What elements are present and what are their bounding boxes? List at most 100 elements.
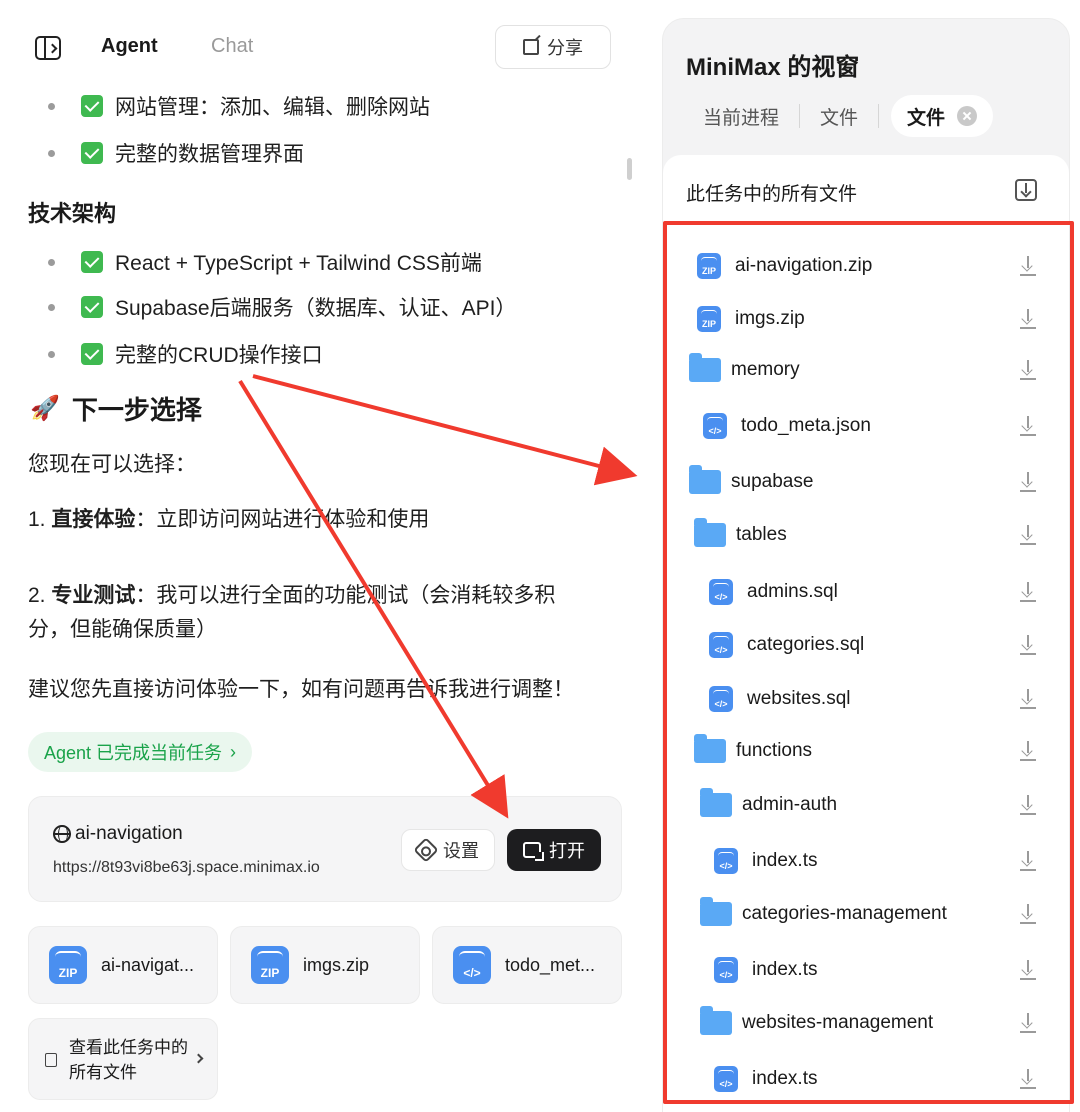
tab-current-process[interactable]: 当前进程 xyxy=(683,103,799,130)
file-chip[interactable]: ZIP imgs.zip xyxy=(230,926,420,1004)
file-chip[interactable]: ZIP ai-navigat... xyxy=(28,926,218,1004)
share-icon xyxy=(523,39,539,55)
checkmark-icon xyxy=(81,142,103,164)
document-icon xyxy=(45,1053,57,1067)
settings-label: 设置 xyxy=(443,841,479,861)
download-icon[interactable] xyxy=(1020,1013,1036,1033)
share-label: 分享 xyxy=(547,38,583,58)
rocket-icon: 🚀 xyxy=(30,394,60,422)
task-status-pill[interactable]: Agent 已完成当前任务 › xyxy=(28,732,253,772)
option-2-title: 专业测试 xyxy=(51,584,136,607)
share-button[interactable]: 分享 xyxy=(495,25,611,69)
settings-button[interactable]: 设置 xyxy=(401,829,495,871)
folder-name: memory xyxy=(731,359,800,380)
download-icon[interactable] xyxy=(1020,582,1036,602)
next-steps-heading-text: 下一步选择 xyxy=(71,395,202,425)
folder-row[interactable]: websites-management xyxy=(700,1006,933,1040)
download-icon[interactable] xyxy=(1020,360,1036,380)
zip-file-icon: ZIP xyxy=(251,946,289,984)
download-icon[interactable] xyxy=(1020,416,1036,436)
sidebar-toggle-icon[interactable] xyxy=(35,36,61,60)
gear-icon xyxy=(413,837,439,863)
folder-icon xyxy=(689,353,721,382)
file-row[interactable]: </> admins.sql xyxy=(709,575,838,609)
file-chip[interactable]: </> todo_met... xyxy=(432,926,622,1004)
option-2: 2. 专业测试：我可以进行全面的功能测试（会消耗较多积 分，但能确保质量） xyxy=(28,579,555,647)
download-icon-base xyxy=(1020,922,1036,924)
tab-agent[interactable]: Agent xyxy=(101,35,158,58)
download-icon-base xyxy=(1020,327,1036,329)
download-icon[interactable] xyxy=(1020,689,1036,709)
panel-title: MiniMax 的视窗 xyxy=(686,54,860,81)
download-icon[interactable] xyxy=(1020,472,1036,492)
tab-chat[interactable]: Chat xyxy=(211,35,253,58)
code-file-icon: </> xyxy=(703,413,727,439)
suggestion-text: 建议您先直接访问体验一下，如有问题再告诉我进行调整！ xyxy=(28,678,574,701)
option-2-number: 2. xyxy=(28,584,46,607)
folder-icon xyxy=(694,518,726,547)
list-item-text: React + TypeScript + Tailwind CSS前端 xyxy=(115,252,482,275)
folder-row[interactable]: memory xyxy=(689,353,800,387)
file-row[interactable]: </> categories.sql xyxy=(709,628,864,662)
file-row[interactable]: ZIP imgs.zip xyxy=(697,302,805,336)
folder-icon xyxy=(700,1006,732,1035)
download-icon[interactable] xyxy=(1020,851,1036,871)
list-item: Supabase后端服务（数据库、认证、API） xyxy=(48,292,516,322)
file-name: imgs.zip xyxy=(735,308,805,329)
file-row[interactable]: </> todo_meta.json xyxy=(703,409,871,443)
download-icon-base xyxy=(1020,759,1036,761)
download-icon[interactable] xyxy=(1020,525,1036,545)
folder-name: tables xyxy=(736,524,787,545)
bullet-dot xyxy=(48,350,55,358)
folder-row[interactable]: functions xyxy=(694,734,812,768)
download-icon-base xyxy=(1020,490,1036,492)
file-row[interactable]: </> index.ts xyxy=(714,844,817,878)
folder-name: functions xyxy=(736,740,813,761)
folder-row[interactable]: admin-auth xyxy=(700,788,837,822)
file-row[interactable]: </> index.ts xyxy=(714,1062,817,1096)
code-file-icon: </> xyxy=(453,946,491,984)
file-chip-label: imgs.zip xyxy=(303,954,370,975)
close-icon[interactable] xyxy=(957,106,978,126)
site-url[interactable]: https://8t93vi8be63j.space.minimax.io xyxy=(53,859,320,877)
file-name: ai-navigation.zip xyxy=(735,255,873,276)
tech-stack-heading: 技术架构 xyxy=(28,201,117,226)
download-icon-base xyxy=(1020,600,1036,602)
zip-file-icon: ZIP xyxy=(697,306,721,332)
list-item-text: 网站管理：添加、编辑、删除网站 xyxy=(115,96,430,119)
site-card: ai-navigation https://8t93vi8be63j.space… xyxy=(28,796,622,902)
view-all-files-button[interactable]: 查看此任务中的所有文件 xyxy=(28,1018,218,1100)
next-steps-heading: 🚀 下一步选择 xyxy=(30,390,202,427)
site-name: ai-navigation xyxy=(53,823,183,845)
checkmark-icon xyxy=(81,343,103,365)
code-file-icon: </> xyxy=(714,848,738,874)
folder-icon xyxy=(700,897,732,926)
download-icon[interactable] xyxy=(1020,904,1036,924)
bullet-dot xyxy=(48,258,55,266)
scrollbar-thumb[interactable] xyxy=(627,158,632,180)
download-icon[interactable] xyxy=(1020,960,1036,980)
download-icon[interactable] xyxy=(1020,795,1036,815)
tab-files-active[interactable]: 文件 xyxy=(891,95,994,137)
download-all-icon[interactable] xyxy=(1015,179,1037,201)
list-item: React + TypeScript + Tailwind CSS前端 xyxy=(48,247,482,277)
download-icon[interactable] xyxy=(1020,309,1036,329)
download-icon[interactable] xyxy=(1020,635,1036,655)
folder-row[interactable]: tables xyxy=(694,518,787,552)
code-file-icon: </> xyxy=(714,1066,738,1092)
chevron-right-icon xyxy=(193,1053,204,1064)
download-icon-base xyxy=(1020,434,1036,436)
download-icon[interactable] xyxy=(1020,741,1036,761)
file-row[interactable]: </> websites.sql xyxy=(709,682,851,716)
folder-icon xyxy=(694,734,726,763)
option-2-text-cont: 分，但能确保质量） xyxy=(28,618,217,641)
download-icon[interactable] xyxy=(1020,256,1036,276)
folder-row[interactable]: categories-management xyxy=(700,897,947,931)
open-button[interactable]: 打开 xyxy=(507,829,601,871)
tab-files[interactable]: 文件 xyxy=(800,103,878,130)
file-row[interactable]: ZIP ai-navigation.zip xyxy=(697,249,872,283)
bullet-dot xyxy=(48,102,55,110)
folder-row[interactable]: supabase xyxy=(689,465,813,499)
file-row[interactable]: </> index.ts xyxy=(714,953,817,987)
download-icon[interactable] xyxy=(1020,1069,1036,1089)
